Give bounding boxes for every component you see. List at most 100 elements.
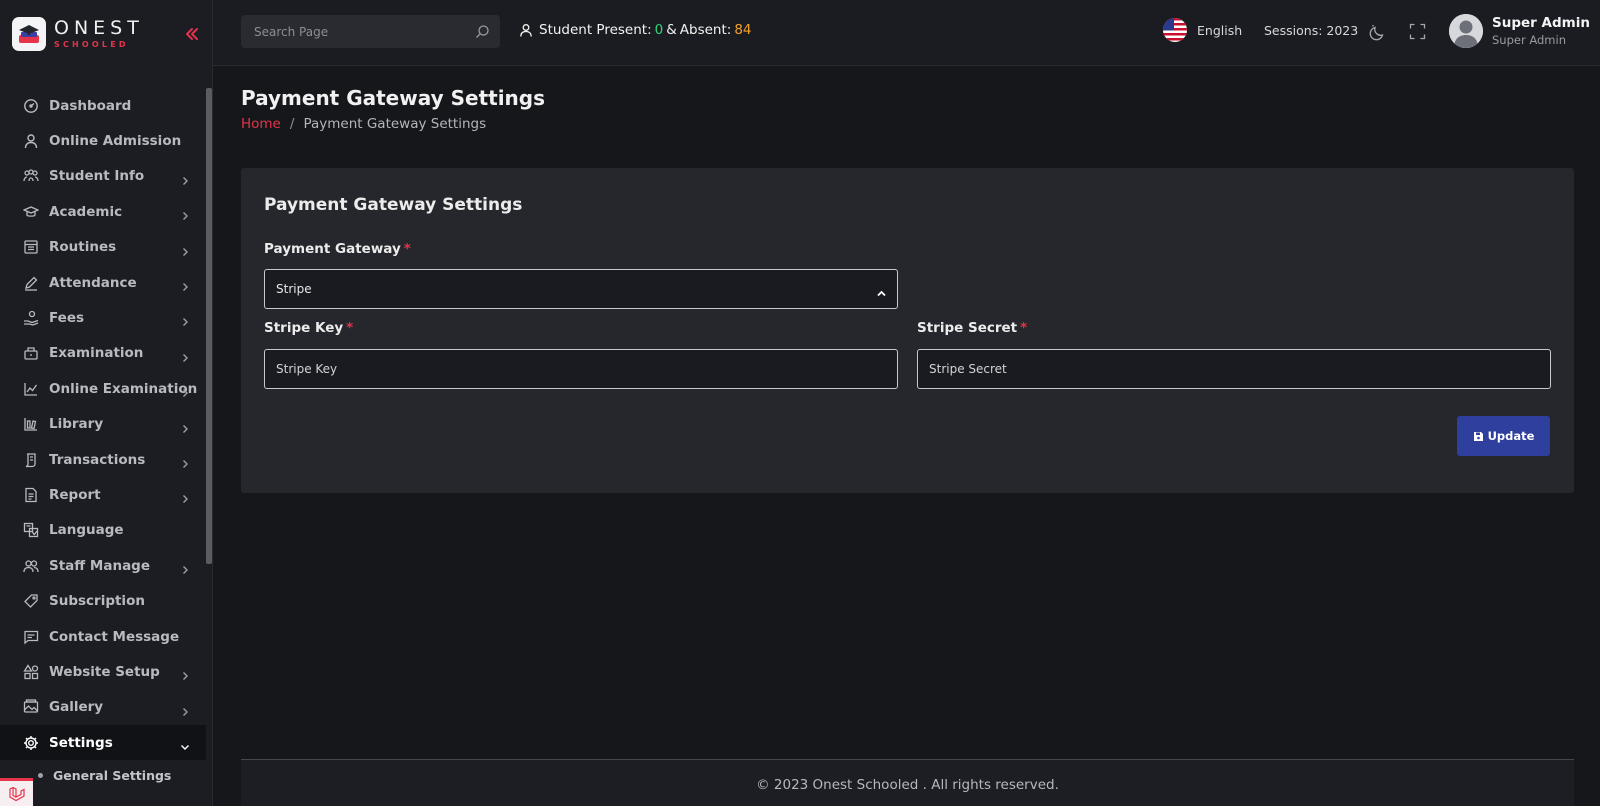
chevron-right-icon (180, 419, 190, 433)
sidebar-item-subscription[interactable]: Subscription (0, 583, 206, 618)
sidebar-item-examination[interactable]: Examination (0, 336, 206, 371)
sidebar-item-transactions[interactable]: Transactions (0, 442, 206, 477)
stripe-key-field (264, 349, 898, 389)
moon-icon[interactable] (1369, 23, 1387, 41)
user-name: Super Admin (1492, 15, 1590, 31)
collapse-sidebar-icon[interactable] (183, 25, 201, 43)
field-label-text: Stripe Key (264, 320, 344, 336)
sidebar-item-label: Dashboard (49, 97, 132, 114)
sidebar-item-label: Library (49, 416, 104, 433)
stripe-secret-label: Stripe Secret * (917, 320, 1027, 336)
user-icon (23, 133, 39, 149)
report-icon (23, 487, 39, 503)
students-icon (23, 168, 39, 184)
update-button[interactable]: Update (1457, 416, 1550, 456)
pen-icon (23, 275, 39, 291)
sidebar-item-label: Examination (49, 345, 144, 362)
search-icon[interactable] (475, 24, 490, 39)
sidebar-item-label: Student Info (49, 168, 145, 185)
payment-gateway-select[interactable]: Stripe (264, 269, 898, 309)
sidebar-item-label: Contact Message (49, 628, 180, 645)
sidebar-item-staff-manage[interactable]: Staff Manage (0, 548, 206, 583)
sidebar-item-gallery[interactable]: Gallery (0, 690, 206, 725)
sidebar-subitem-label: General Settings (53, 767, 172, 783)
money-hand-icon (23, 310, 39, 326)
field-label-text: Payment Gateway (264, 241, 401, 257)
breadcrumb-current: Payment Gateway Settings (303, 116, 487, 132)
sidebar-item-online-admission[interactable]: Online Admission (0, 123, 206, 158)
sidebar-item-label: Subscription (49, 593, 145, 610)
chart-icon (23, 381, 39, 397)
user-menu[interactable]: Super Admin Super Admin (1449, 14, 1590, 48)
breadcrumb-home-link[interactable]: Home (241, 116, 281, 132)
chevron-right-icon (180, 348, 190, 362)
attendance-summary: Student Present: 0 & Absent: 84 (519, 22, 752, 38)
sessions-label[interactable]: Sessions: 2023 (1264, 23, 1358, 38)
language-icon (23, 522, 39, 538)
chevron-right-icon (180, 242, 190, 256)
language-selector[interactable]: English (1163, 18, 1242, 42)
save-icon (1473, 431, 1484, 442)
required-mark: * (403, 241, 411, 257)
stripe-key-input[interactable] (265, 350, 897, 388)
sidebar-item-attendance[interactable]: Attendance (0, 265, 206, 300)
avatar (1449, 14, 1483, 48)
sidebar-item-report[interactable]: Report (0, 477, 206, 512)
sidebar-item-contact-message[interactable]: Contact Message (0, 619, 206, 654)
stripe-secret-input[interactable] (918, 350, 1550, 388)
sidebar-item-label: Routines (49, 239, 117, 256)
sidebar-item-language[interactable]: Language (0, 513, 206, 548)
sidebar-item-label: Settings (49, 734, 113, 751)
sidebar-item-label: Website Setup (49, 663, 160, 680)
chevron-right-icon (180, 312, 190, 327)
fullscreen-icon[interactable] (1409, 23, 1426, 40)
payment-gateway-label: Payment Gateway * (264, 241, 411, 257)
sidebar-nav: Dashboard Online Admission Student Info … (0, 88, 206, 790)
absent-count: 84 (734, 22, 752, 38)
sidebar-item-website-setup[interactable]: Website Setup (0, 654, 206, 689)
calendar-icon (23, 239, 39, 255)
sidebar-item-label: Language (49, 522, 124, 539)
sidebar-item-library[interactable]: Library (0, 407, 206, 442)
chevron-right-icon (180, 454, 190, 468)
present-count: 0 (654, 22, 664, 38)
tag-icon (23, 593, 39, 609)
laravel-icon[interactable] (0, 778, 33, 806)
chevron-right-icon (180, 702, 190, 716)
gear-icon (23, 735, 39, 751)
search-box (241, 15, 500, 48)
field-label-text: Stripe Secret (917, 320, 1018, 336)
sidebar-item-label: Fees (49, 310, 85, 327)
shapes-icon (23, 664, 39, 680)
sidebar-item-settings[interactable]: Settings (0, 725, 206, 761)
student-icon (519, 23, 533, 37)
sidebar-item-label: Online Examination (49, 380, 198, 397)
us-flag-icon (1163, 18, 1187, 42)
sidebar-item-student-info[interactable]: Student Info (0, 159, 206, 194)
selected-value: Stripe (276, 282, 312, 296)
user-role: Super Admin (1492, 33, 1566, 47)
present-label: Student Present: (539, 22, 652, 38)
breadcrumb-separator: / (289, 116, 295, 132)
stripe-key-label: Stripe Key * (264, 320, 353, 336)
chevron-up-icon (876, 284, 887, 297)
graduation-cap-icon (23, 204, 39, 220)
sidebar-item-academic[interactable]: Academic (0, 194, 206, 229)
brand-logo[interactable]: ONEST SCHOOLED (12, 16, 144, 52)
gallery-icon (23, 699, 39, 715)
search-input[interactable] (241, 15, 451, 48)
sidebar-item-label: Academic (49, 203, 123, 220)
sidebar-item-label: Report (49, 486, 101, 503)
dashboard-icon (23, 98, 39, 114)
sidebar-scrollbar[interactable] (206, 88, 212, 564)
chevron-right-icon (180, 206, 190, 221)
update-button-label: Update (1487, 429, 1535, 443)
card-title: Payment Gateway Settings (264, 195, 523, 215)
sidebar-item-fees[interactable]: Fees (0, 300, 206, 335)
books-icon (23, 416, 39, 432)
sidebar: ONEST SCHOOLED Dashboard Online Admissio… (0, 0, 213, 806)
sidebar-item-dashboard[interactable]: Dashboard (0, 88, 206, 123)
sidebar-item-routines[interactable]: Routines (0, 230, 206, 265)
sidebar-item-online-examination[interactable]: Online Examination (0, 371, 206, 406)
exam-icon (23, 345, 39, 361)
